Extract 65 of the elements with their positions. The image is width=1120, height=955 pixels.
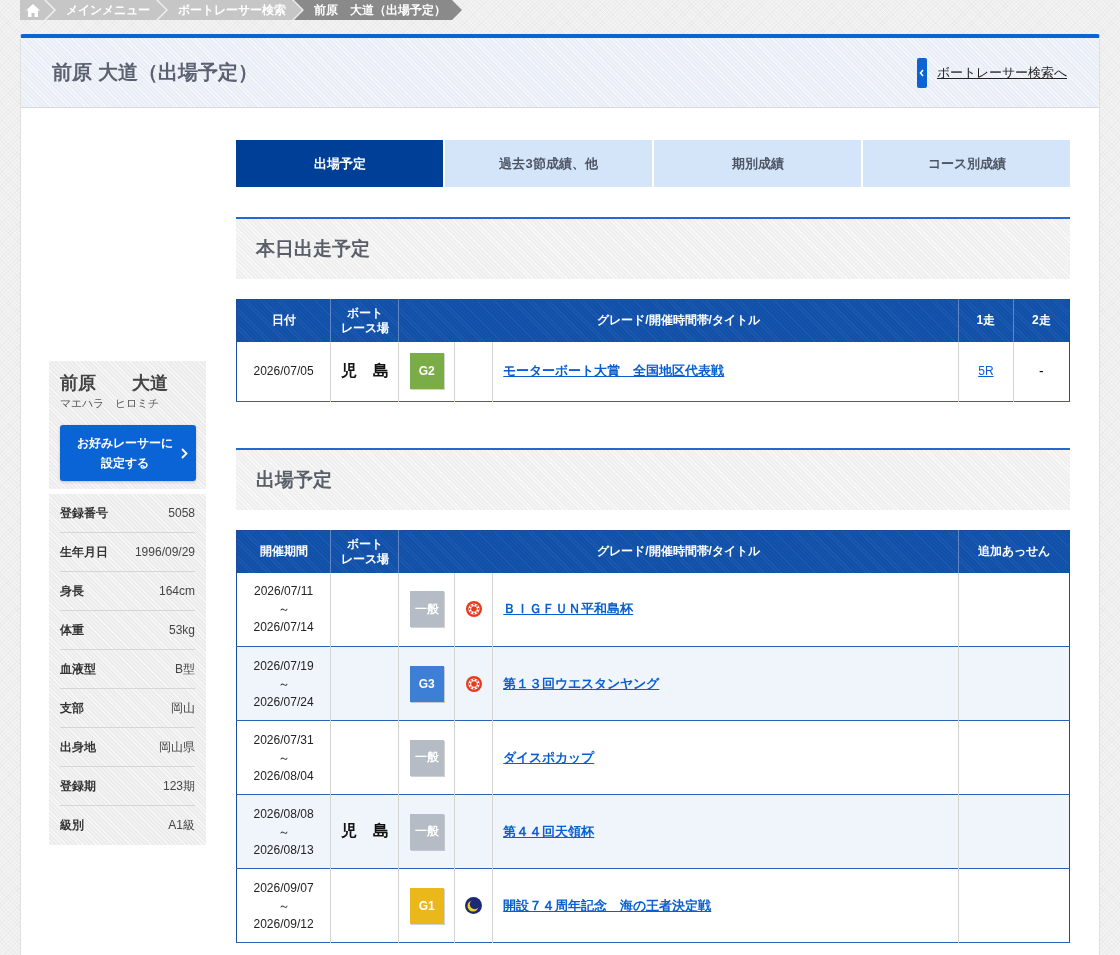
detail-label: 登録番号 (60, 504, 108, 522)
chevron-right-icon (181, 447, 188, 459)
detail-label: 支部 (60, 699, 84, 717)
grade-badge: 一般 (409, 813, 444, 850)
detail-value: 53kg (168, 623, 195, 637)
racer-name: 前原 大道 (60, 372, 169, 395)
detail-label: 登録期 (60, 777, 96, 795)
detail-label: 血液型 (60, 660, 96, 678)
race-title-link[interactable]: ＢＩＧＦＵＮ平和島杯 (503, 601, 634, 617)
period-cell: 2026/09/07 ～ 2026/09/12 (236, 868, 331, 943)
venue-cell: 児 島 (330, 341, 399, 402)
race-title-link[interactable]: 第４４回天領杯 (503, 823, 595, 839)
detail-value: 1996/09/29 (134, 545, 195, 559)
detail-value: 岡山 (171, 699, 195, 717)
grade-badge: G1 (409, 887, 444, 924)
period-cell: 2026/08/08 ～ 2026/08/13 (236, 794, 331, 869)
grade-badge: 一般 (409, 739, 444, 776)
column-header: 日付 (236, 299, 331, 342)
column-header: ボートレース場 (330, 530, 399, 573)
column-header: ボートレース場 (330, 299, 399, 342)
section-heading: 本日出走予定 (236, 217, 1070, 279)
home-link[interactable] (20, 0, 54, 20)
column-header: グレード/開催時間帯/タイトル (398, 530, 959, 573)
date-cell: 2026/07/05 (236, 341, 331, 402)
chevron-left-icon (917, 57, 927, 88)
detail-value: 5058 (168, 506, 195, 520)
column-header: 開催期間 (236, 530, 331, 573)
column-header: 1走 (958, 299, 1014, 342)
race-title-link[interactable]: 開設７４周年記念 海の王者決定戦 (503, 897, 712, 913)
detail-value: 164cm (158, 584, 195, 598)
venue-cell: 児 島 (330, 794, 399, 869)
tab[interactable]: コース別成績 (863, 140, 1070, 187)
detail-label: 身長 (60, 582, 84, 600)
race-number-link[interactable]: 5R (978, 364, 994, 379)
detail-value: 岡山県 (159, 738, 195, 756)
tab[interactable]: 出場予定 (236, 140, 443, 187)
home-icon (26, 3, 40, 17)
race-cell: - (1013, 341, 1070, 402)
column-header: 追加あっせん (958, 530, 1070, 573)
detail-label: 出身地 (60, 738, 96, 756)
detail-value: A1級 (168, 817, 195, 834)
column-header: グレード/開催時間帯/タイトル (398, 299, 959, 342)
breadcrumb-current-link[interactable]: 前原 大道（出場予定） (294, 0, 462, 20)
grade-badge: G2 (409, 353, 444, 390)
tab[interactable]: 過去3節成績、他 (445, 140, 652, 187)
detail-label: 生年月日 (60, 543, 108, 561)
race-title-link[interactable]: モーターボート大賞 全国地区代表戦 (503, 363, 725, 379)
race-title-link[interactable]: ダイスポカップ (503, 749, 595, 765)
section-heading: 出場予定 (236, 448, 1070, 510)
period-cell: 2026/07/11 ～ 2026/07/14 (236, 572, 331, 647)
detail-value: 123期 (162, 777, 195, 795)
racer-kana: マエハラ ヒロミチ (60, 396, 160, 411)
period-cell: 2026/07/19 ～ 2026/07/24 (236, 646, 331, 721)
detail-label: 体重 (60, 621, 84, 639)
column-header: 2走 (1013, 299, 1070, 342)
back-to-search-link[interactable]: ボートレーサー検索へ (917, 57, 1067, 88)
favorite-button[interactable]: お好みレーサーに設定する (60, 425, 196, 481)
grade-badge: G3 (409, 665, 444, 702)
race-title-link[interactable]: 第１３回ウエスタンヤング (503, 675, 660, 691)
grade-badge: 一般 (409, 591, 444, 628)
period-cell: 2026/07/31 ～ 2026/08/04 (236, 720, 331, 795)
detail-label: 級別 (60, 817, 84, 834)
tab[interactable]: 期別成績 (654, 140, 861, 187)
page-title: 前原 大道（出場予定） (52, 60, 258, 85)
detail-value: B型 (175, 660, 195, 678)
